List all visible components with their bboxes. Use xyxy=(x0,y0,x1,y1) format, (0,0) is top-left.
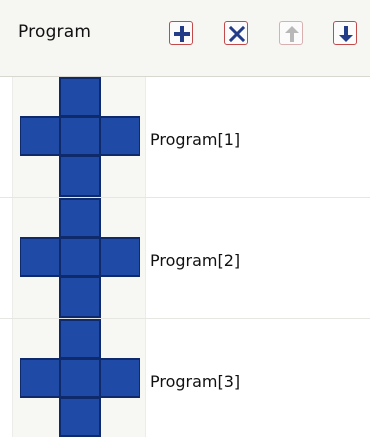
program-label: Program[1] xyxy=(150,130,241,149)
delete-program-button[interactable] xyxy=(224,21,248,45)
arrow-down-icon xyxy=(339,26,353,42)
cross-program-icon xyxy=(20,198,140,318)
program-list-item[interactable]: Program[2] xyxy=(0,198,370,318)
program-list: Program[1] Program[2] Program[3] xyxy=(0,77,370,437)
program-label: Program[2] xyxy=(150,251,241,270)
x-icon xyxy=(228,25,246,43)
plus-icon xyxy=(174,26,190,42)
program-list-item[interactable]: Program[1] xyxy=(0,77,370,197)
move-up-button[interactable] xyxy=(279,21,303,45)
cross-program-icon xyxy=(20,319,140,437)
program-label: Program[3] xyxy=(150,372,241,391)
add-program-button[interactable] xyxy=(169,21,193,45)
arrow-up-icon xyxy=(285,26,299,42)
program-list-item[interactable]: Program[3] xyxy=(0,319,370,439)
panel-title: Program xyxy=(18,22,92,42)
cross-program-icon xyxy=(20,77,140,197)
move-down-button[interactable] xyxy=(333,21,357,45)
program-panel-header: Program xyxy=(0,0,370,77)
